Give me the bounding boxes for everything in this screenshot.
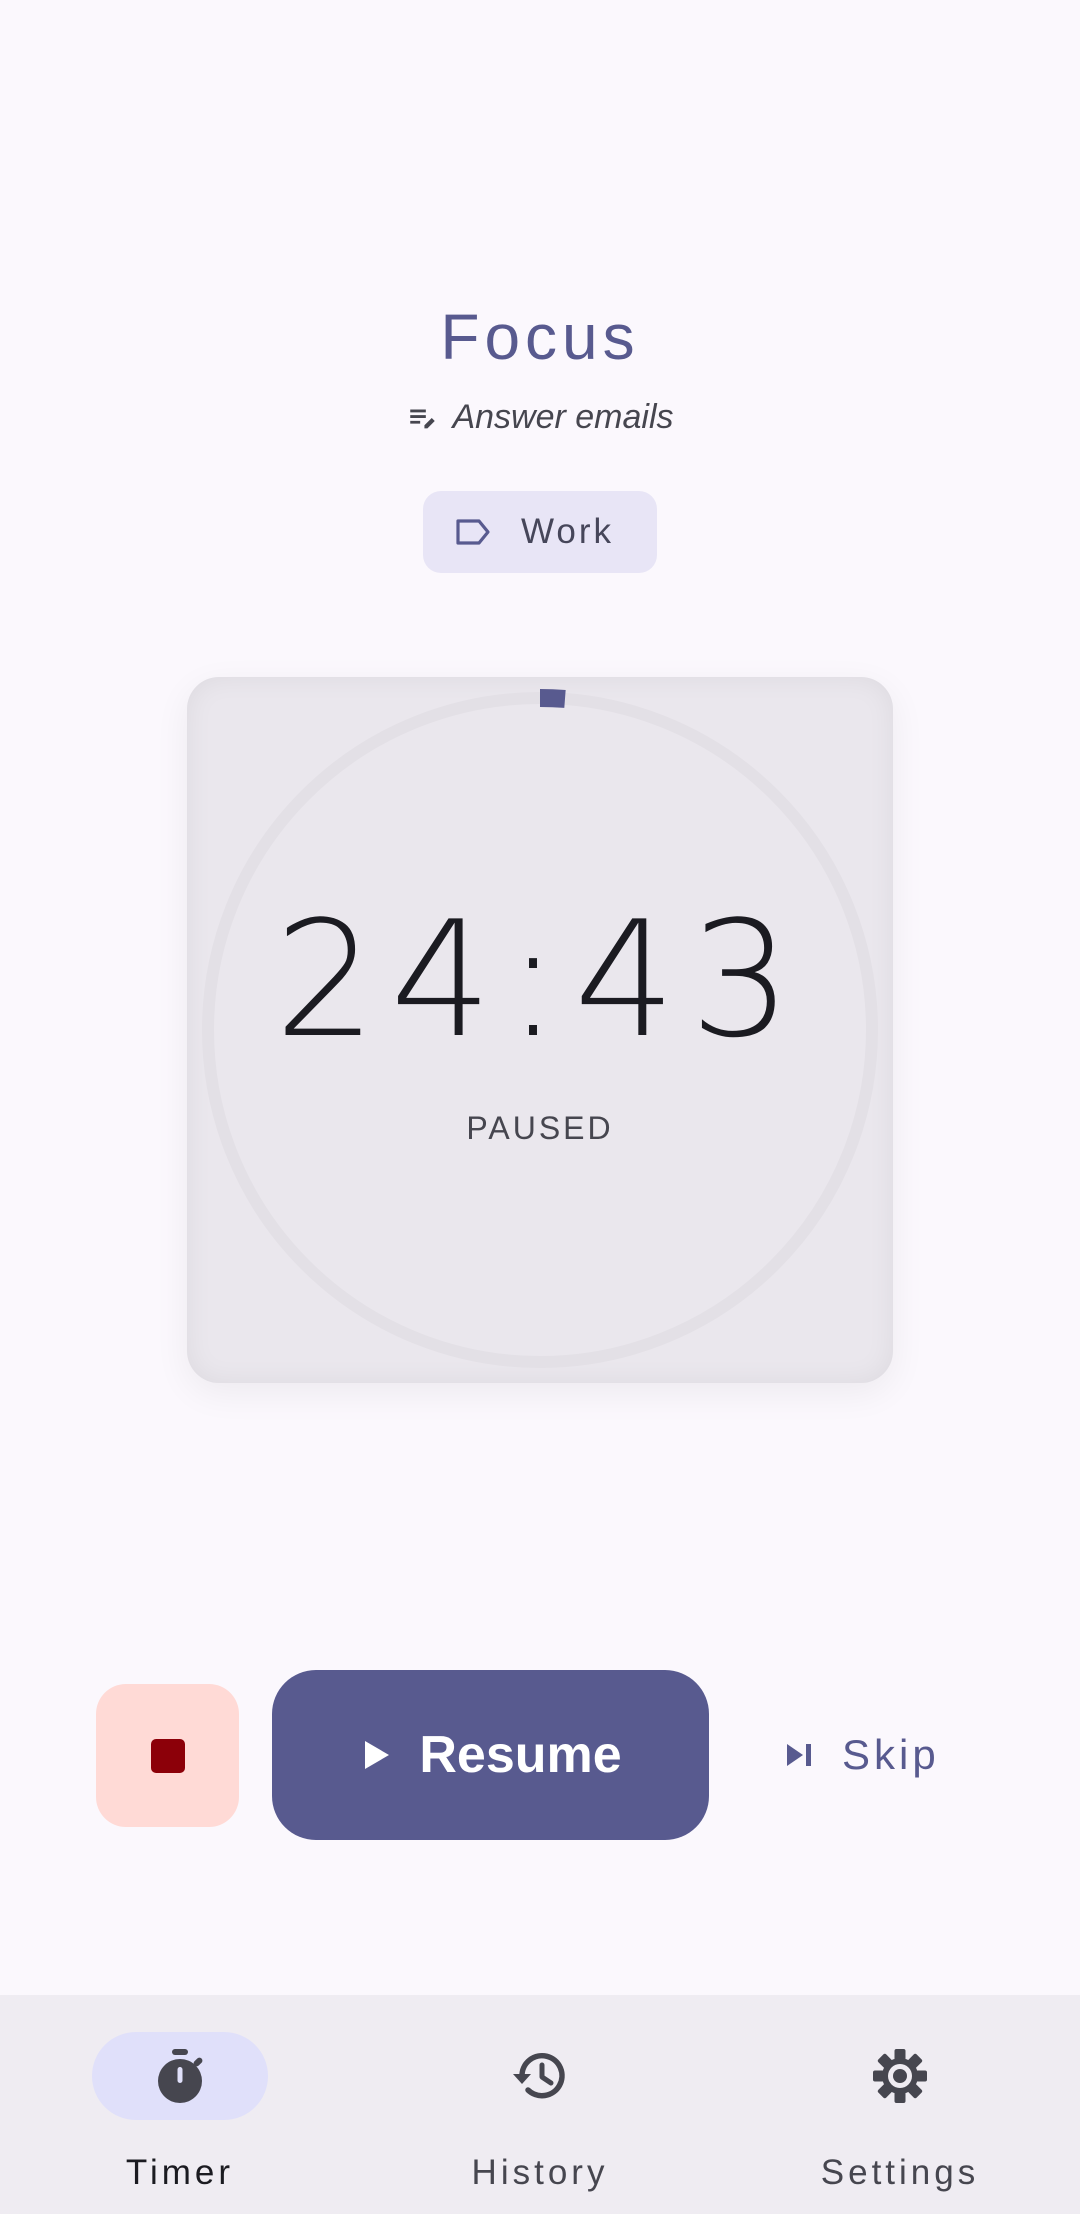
history-icon	[513, 2053, 565, 2099]
nav-pill-history	[452, 2032, 628, 2120]
resume-label: Resume	[419, 1726, 622, 1784]
session-title: Focus	[440, 301, 640, 373]
time-value: 24:43	[274, 886, 806, 1073]
nav-pill-settings	[812, 2032, 988, 2120]
tag-chip[interactable]: Work	[423, 491, 657, 573]
gear-icon	[873, 2049, 927, 2103]
nav-item-history[interactable]: History	[360, 1995, 720, 2214]
stop-button[interactable]	[96, 1684, 239, 1827]
nav-item-timer[interactable]: Timer	[0, 1995, 360, 2214]
tag-label: Work	[521, 512, 615, 551]
nav-label-settings: Settings	[820, 2153, 980, 2192]
play-icon	[365, 1741, 390, 1769]
nav-label-timer: Timer	[125, 2153, 235, 2192]
time-display: 24:43	[0, 900, 1080, 1060]
nav-label-history: History	[471, 2153, 609, 2192]
resume-button[interactable]: Resume	[272, 1670, 709, 1840]
stopwatch-icon	[158, 2049, 203, 2103]
edit-note-icon	[410, 409, 436, 428]
nav-pill-timer	[92, 2032, 268, 2120]
task-label: Answer emails	[452, 398, 674, 436]
task-row[interactable]: Answer emails	[0, 398, 1080, 437]
timer-status: PAUSED	[466, 1110, 614, 1146]
bottom-navigation: Timer History Settings	[0, 1995, 1080, 2214]
skip-button[interactable]: Skip	[770, 1700, 970, 1810]
timer-screen: Focus Answer emails Work 24:43 PAUSED Re…	[0, 0, 1080, 2214]
nav-item-settings[interactable]: Settings	[720, 1995, 1080, 2214]
skip-next-icon	[787, 1744, 811, 1766]
label-icon	[456, 519, 490, 545]
skip-label: Skip	[842, 1731, 940, 1778]
stop-icon	[150, 1738, 185, 1773]
